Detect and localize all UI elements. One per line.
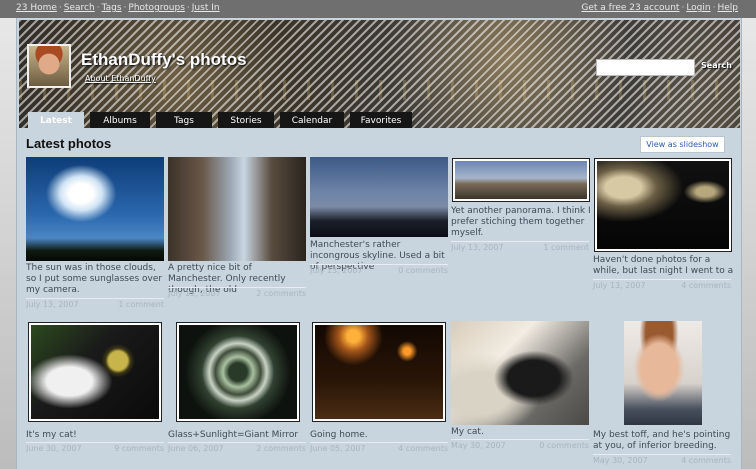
photo-comments-link[interactable]: 4 comments xyxy=(398,444,448,453)
nav-photogroups-link[interactable]: Photogroups xyxy=(128,3,185,13)
photo-date: July 13, 2007 xyxy=(310,266,363,275)
photo-date: May 30, 2007 xyxy=(451,441,506,450)
photo-thumbnail-night-road[interactable] xyxy=(312,322,446,422)
separator: · xyxy=(58,3,62,13)
photo-meta: July 13, 2007 2 comments xyxy=(168,287,306,298)
photo-caption[interactable]: My cat. xyxy=(451,427,591,438)
photo-caption[interactable]: The sun was in those clouds, so I put so… xyxy=(26,263,166,296)
page-title: Latest photos xyxy=(26,136,112,151)
photo-date: July 13, 2007 xyxy=(168,289,221,298)
photo-thumbnail-window-room[interactable] xyxy=(594,158,732,252)
banner-city-lights xyxy=(19,80,740,100)
photo-caption[interactable]: It's my cat! xyxy=(26,430,166,441)
photo-caption[interactable]: Going home. xyxy=(310,430,450,441)
avatar[interactable] xyxy=(27,44,71,88)
tab-stories[interactable]: Stories xyxy=(218,112,274,128)
photo-date: May 30, 2007 xyxy=(593,456,648,465)
separator: · xyxy=(96,3,100,13)
header-banner: EthanDuffy's photos About EthanDuffy Sea… xyxy=(19,20,740,128)
photo-thumbnail-clouds[interactable] xyxy=(26,157,164,261)
photo-meta: July 13, 2007 1 comment xyxy=(451,241,589,252)
view-as-slideshow-button[interactable]: View as slideshow xyxy=(640,136,725,153)
about-link[interactable]: About EthanDuffy xyxy=(85,74,156,83)
photo-thumbnail-friend-pointing[interactable] xyxy=(624,321,702,425)
help-link[interactable]: Help xyxy=(717,3,738,13)
photo-date: July 13, 2007 xyxy=(26,300,79,309)
photo-thumbnail-panorama[interactable] xyxy=(452,158,590,202)
photo-meta: July 13, 2007 4 comments xyxy=(593,279,731,290)
photo-meta: May 30, 2007 4 comments xyxy=(593,454,731,465)
account-nav: Get a free 23 account · Login · Help xyxy=(581,3,738,13)
tab-calendar[interactable]: Calendar xyxy=(280,112,344,128)
tab-albums[interactable]: Albums xyxy=(90,112,150,128)
photo-thumbnail-manchester-street[interactable] xyxy=(168,157,306,261)
photo-comments-link[interactable]: 2 comments xyxy=(256,289,306,298)
photo-comments-link[interactable]: 4 comments xyxy=(681,281,731,290)
photo-comments-link[interactable]: 0 comments xyxy=(398,266,448,275)
tab-latest[interactable]: Latest xyxy=(28,112,84,128)
photo-comments-link[interactable]: 4 comments xyxy=(681,456,731,465)
photo-thumbnail-cat-eye[interactable] xyxy=(28,322,162,422)
photo-thumbnail-sleeping-cat[interactable] xyxy=(451,321,589,425)
photo-meta: May 30, 2007 0 comments xyxy=(451,439,589,450)
photo-meta: July 13, 2007 0 comments xyxy=(310,264,448,275)
photo-meta: June 30, 2007 9 comments xyxy=(26,442,164,453)
photo-date: June 06, 2007 xyxy=(168,444,224,453)
photo-comments-link[interactable]: 1 comment xyxy=(118,300,164,309)
search-input[interactable] xyxy=(596,59,695,76)
photo-page-frame: EthanDuffy's photos About EthanDuffy Sea… xyxy=(16,18,742,469)
photo-thumbnail-glass-mirror[interactable] xyxy=(176,322,300,422)
site-title[interactable]: EthanDuffy's photos xyxy=(81,50,247,70)
photo-caption[interactable]: Glass+Sunlight=Giant Mirror xyxy=(168,430,308,441)
tab-favorites[interactable]: Favorites xyxy=(350,112,412,128)
top-navigation-bar: 23 Home · Search · Tags · Photogroups · Just In … xyxy=(0,0,756,18)
photo-caption[interactable]: Haven't done photos for a while, but las… xyxy=(593,255,735,277)
nav-search-link[interactable]: Search xyxy=(64,3,95,13)
photo-date: July 13, 2007 xyxy=(451,243,504,252)
photo-date: June 30, 2007 xyxy=(26,444,82,453)
photo-date: June 05, 2007 xyxy=(310,444,366,453)
login-link[interactable]: Login xyxy=(686,3,710,13)
photo-meta: June 05, 2007 4 comments xyxy=(310,442,448,453)
photo-caption[interactable]: My best toff, and he's pointing at you, … xyxy=(593,430,735,452)
photo-date: July 13, 2007 xyxy=(593,281,646,290)
nav-just-in-link[interactable]: Just In xyxy=(192,3,220,13)
photo-thumbnail-skyline[interactable] xyxy=(310,157,448,237)
separator: · xyxy=(186,3,190,13)
photo-caption[interactable]: Yet another panorama. I think I prefer s… xyxy=(451,206,591,239)
get-free-account-link[interactable]: Get a free 23 account xyxy=(581,3,679,13)
photo-comments-link[interactable]: 0 comments xyxy=(539,441,589,450)
nav-23-home-link[interactable]: 23 Home xyxy=(16,3,57,13)
search-button[interactable]: Search xyxy=(701,61,732,70)
photo-comments-link[interactable]: 9 comments xyxy=(114,444,164,453)
photo-meta: July 13, 2007 1 comment xyxy=(26,298,164,309)
photo-meta: June 06, 2007 2 comments xyxy=(168,442,306,453)
nav-tags-link[interactable]: Tags xyxy=(102,3,122,13)
global-nav: 23 Home · Search · Tags · Photogroups · Just In xyxy=(16,3,220,13)
tab-tags[interactable]: Tags xyxy=(156,112,212,128)
photo-comments-link[interactable]: 1 comment xyxy=(543,243,589,252)
photo-comments-link[interactable]: 2 comments xyxy=(256,444,306,453)
